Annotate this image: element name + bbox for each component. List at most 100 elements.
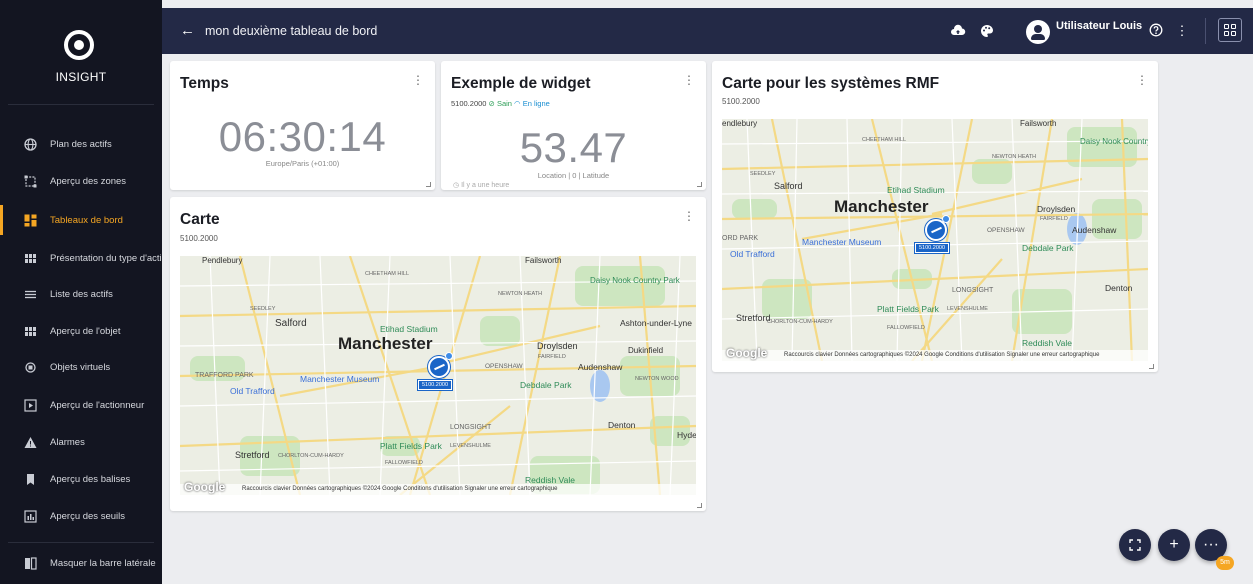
map-place-label: LEVENSHULME — [947, 306, 988, 312]
map-place-label: Droylsden — [537, 341, 578, 351]
sidebar-item-asset-types[interactable]: Présentation du type d'acti — [0, 243, 162, 273]
check-circle-icon: ⊘ — [488, 99, 495, 108]
resize-handle[interactable] — [697, 503, 702, 508]
park-area — [480, 316, 520, 346]
map-view[interactable]: Pendlebury Failsworth CHEETHAM HILL Daisy N… — [180, 256, 696, 495]
logo-text: INSIGHT — [55, 70, 107, 84]
alarm-icon — [23, 435, 37, 449]
sidebar-item-alarms[interactable]: Alarmes — [0, 427, 162, 457]
map-place-label: Debdale Park — [1022, 243, 1074, 253]
sidebar-item-label: Aperçu de l'objet — [50, 325, 121, 337]
avatar[interactable] — [1026, 20, 1050, 44]
map-place-label: Stretford — [736, 313, 771, 323]
map-place-label: Etihad Stadium — [887, 185, 945, 195]
widget-menu-icon[interactable]: ⋮ — [683, 73, 695, 87]
wifi-icon: ◠ — [514, 99, 521, 108]
map-place-label: Ashton-under-Lyne — [620, 318, 692, 328]
map-place-label: FALLOWFIELD — [385, 460, 423, 466]
topbar: ← mon deuxième tableau de bord Utilisate… — [162, 8, 1253, 54]
map-place-label: Platt Fields Park — [380, 441, 442, 451]
device-id: 5100.2000 — [722, 97, 760, 106]
time-widget: Temps ⋮ 06:30:14 Europe/Paris (+01:00) — [170, 61, 435, 190]
sidebar-item-asset-list[interactable]: Liste des actifs — [0, 279, 162, 309]
cloud-upload-icon[interactable] — [950, 23, 966, 39]
actuator-icon — [23, 398, 37, 412]
user-name[interactable]: Utilisateur Louis — [1056, 20, 1142, 32]
map-city-label: Manchester — [834, 197, 929, 216]
map-attribution: Raccourcis clavier Données cartographiqu… — [722, 350, 1148, 361]
sidebar-item-thresholds[interactable]: Aperçu des seuils — [0, 501, 162, 531]
resize-handle[interactable] — [426, 182, 431, 187]
map-place-label: FAIRFIELD — [1040, 216, 1068, 222]
sidebar-item-dashboards[interactable]: Tableaux de bord — [0, 205, 162, 235]
map-place-label: CHEETHAM HILL — [862, 137, 907, 143]
back-arrow-icon[interactable]: ← — [180, 22, 195, 40]
help-icon[interactable] — [1148, 23, 1164, 39]
sidebar-item-object-overview[interactable]: Aperçu de l'objet — [0, 316, 162, 346]
widget-menu-icon[interactable]: ⋮ — [1136, 73, 1148, 87]
sensor-caption: Location | 0 | Latitude — [537, 171, 610, 180]
time-value: 06:30:14 — [218, 113, 387, 160]
map-place-label: Stretford — [235, 450, 270, 460]
map-place-label: Daisy Nook Country Park — [590, 276, 680, 285]
timezone-label: Europe/Paris (+01:00) — [265, 159, 340, 168]
map-place-label: NEWTON WOOD — [635, 376, 679, 382]
park-area — [575, 266, 665, 306]
widget-title: Carte — [180, 211, 220, 228]
map-place-label: FAIRFIELD — [538, 354, 566, 360]
sidebar-item-zones[interactable]: Aperçu des zones — [0, 166, 162, 196]
widget-menu-icon[interactable]: ⋮ — [412, 73, 424, 87]
map-place-label: Daisy Nook Country Park — [1080, 137, 1148, 146]
more-vert-icon[interactable]: ⋮ — [1174, 23, 1190, 39]
sidebar-item-virtual-objects[interactable]: Objets virtuels — [0, 352, 162, 382]
sidebar-item-label: Aperçu des seuils — [50, 510, 125, 522]
map-place-label: Old Trafford — [230, 386, 275, 396]
map-place-label: ORD PARK — [722, 235, 759, 242]
sidebar-collapse-icon — [23, 556, 37, 570]
globe-icon — [23, 137, 37, 151]
palette-icon[interactable] — [979, 23, 995, 39]
health-status: Sain — [496, 99, 512, 108]
last-updated: ◷ Il y a une heure — [453, 181, 509, 189]
refresh-interval-badge: 5m — [1216, 556, 1234, 570]
widget-title: Temps — [180, 75, 229, 92]
grid-icon — [23, 324, 37, 338]
widget-menu-icon[interactable]: ⋮ — [683, 209, 695, 223]
sidebar-item-label: Plan des actifs — [50, 138, 112, 150]
google-logo: Google — [726, 346, 768, 360]
map-place-label: LONGSIGHT — [952, 287, 994, 294]
map-place-label: Audenshaw — [578, 362, 623, 372]
device-id: 5100.2000 — [180, 234, 218, 243]
map-place-label: LEVENSHULME — [450, 443, 491, 449]
add-widget-button[interactable]: + — [1158, 529, 1190, 561]
resize-handle[interactable] — [697, 182, 702, 187]
marker-badge — [445, 352, 453, 360]
sidebar-collapse-button[interactable]: Masquer la barre latérale — [0, 548, 162, 578]
list-icon — [23, 287, 37, 301]
sidebar-item-tags[interactable]: Aperçu des balises — [0, 464, 162, 494]
insight-logo-icon — [64, 30, 94, 60]
marker-label: 5100.2000 — [417, 379, 453, 391]
map-place-label: Old Trafford — [730, 249, 775, 259]
example-widget: Exemple de widget ⋮ 5100.2000 ⊘ Sain ◠ E… — [441, 61, 706, 190]
logo-area: INSIGHT — [8, 0, 154, 105]
map-place-label: OPENSHAW — [987, 227, 1025, 234]
dashboard-layout-button[interactable] — [1218, 18, 1242, 42]
zones-icon — [23, 174, 37, 188]
map-view[interactable]: endlebury Failsworth CHEETHAM HILL Daisy No… — [722, 119, 1148, 361]
sidebar-collapse-label: Masquer la barre latérale — [50, 557, 156, 569]
threshold-icon — [23, 509, 37, 523]
sidebar-item-label: Alarmes — [50, 436, 85, 448]
map-place-label: Manchester Museum — [300, 374, 380, 384]
sidebar-item-asset-map[interactable]: Plan des actifs — [0, 129, 162, 159]
map-place-label: Droylsden — [1037, 204, 1076, 214]
sidebar-item-actuators[interactable]: Aperçu de l'actionneur — [0, 390, 162, 420]
widget-title: Exemple de widget — [451, 75, 591, 92]
map-place-label: Etihad Stadium — [380, 324, 438, 334]
fullscreen-button[interactable] — [1119, 529, 1151, 561]
connectivity-status: En ligne — [522, 99, 550, 108]
resize-handle[interactable] — [1149, 364, 1154, 369]
map-place-label: Audenshaw — [1072, 225, 1117, 235]
map-place-label: NEWTON HEATH — [992, 154, 1037, 160]
dashboard-icon — [23, 213, 37, 227]
